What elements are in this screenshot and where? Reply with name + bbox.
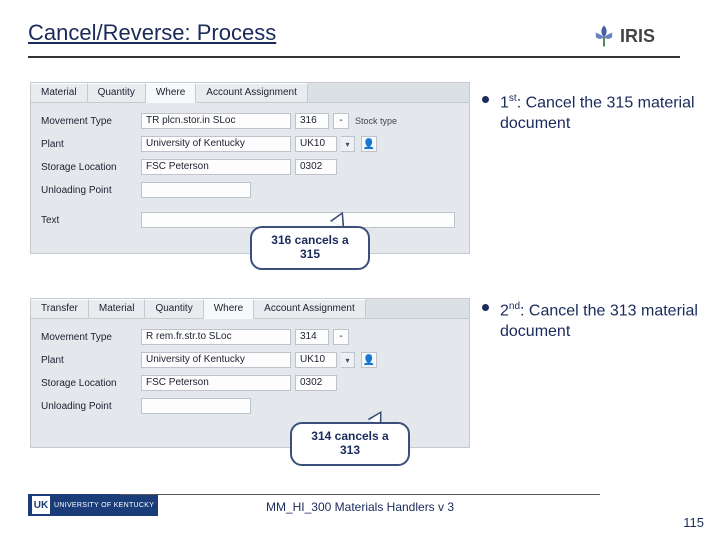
field-storage-code[interactable]: 0302 <box>295 375 337 391</box>
field-movement-code[interactable]: 316 <box>295 113 329 129</box>
dropdown-icon[interactable]: ▾ <box>341 136 355 152</box>
bullet-dot-icon <box>482 304 489 311</box>
bullet-1-prefix: 1 <box>500 94 509 111</box>
field-storage-code[interactable]: 0302 <box>295 159 337 175</box>
bullet-1-text: : Cancel the 315 material document <box>500 94 695 132</box>
bullet-2-prefix: 2 <box>500 302 509 319</box>
tab-material[interactable]: Material <box>31 83 88 102</box>
bullet-2: 2nd: Cancel the 313 material document <box>500 300 700 343</box>
tab-quantity[interactable]: Quantity <box>145 299 203 318</box>
tab-where[interactable]: Where <box>204 299 254 319</box>
lbl-unloading-point: Unloading Point <box>41 401 141 412</box>
lbl-plant: Plant <box>41 139 141 150</box>
tab-account-assignment[interactable]: Account Assignment <box>254 299 366 318</box>
callout-316: 316 cancels a 315 <box>250 226 370 270</box>
lbl-text: Text <box>41 215 141 226</box>
footer-text: MM_HI_300 Materials Handlers v 3 <box>0 500 720 514</box>
field-movement-suffix[interactable]: - <box>333 113 349 129</box>
callout-314: 314 cancels a 313 <box>290 422 410 466</box>
person-search-icon[interactable]: 👤 <box>361 352 377 368</box>
field-movement-type[interactable]: TR plcn.stor.in SLoc <box>141 113 291 129</box>
bullet-1: 1st: Cancel the 315 material document <box>500 92 700 135</box>
callout-line2: 313 <box>292 444 408 458</box>
iris-logo: IRIS <box>590 18 680 54</box>
lbl-unloading-point: Unloading Point <box>41 185 141 196</box>
slide-title: Cancel/Reverse: Process <box>28 20 276 46</box>
bullet-1-sup: st <box>509 93 517 104</box>
field-unloading[interactable] <box>141 182 251 198</box>
tab-account-assignment[interactable]: Account Assignment <box>196 83 308 102</box>
field-plant[interactable]: University of Kentucky <box>141 136 291 152</box>
tabstrip: Material Quantity Where Account Assignme… <box>31 83 469 103</box>
logo-text: IRIS <box>620 26 655 47</box>
field-plant[interactable]: University of Kentucky <box>141 352 291 368</box>
tab-where[interactable]: Where <box>146 83 196 103</box>
field-movement-code[interactable]: 314 <box>295 329 329 345</box>
lbl-movement-type: Movement Type <box>41 116 141 127</box>
iris-flower-icon <box>590 22 618 50</box>
field-unloading[interactable] <box>141 398 251 414</box>
lbl-plant: Plant <box>41 355 141 366</box>
page-number: 115 <box>683 515 704 530</box>
field-plant-code[interactable]: UK10 <box>295 352 337 368</box>
callout-line2: 315 <box>252 248 368 262</box>
bullet-dot-icon <box>482 96 489 103</box>
dropdown-icon[interactable]: ▾ <box>341 352 355 368</box>
bullet-2-sup: nd <box>509 301 520 312</box>
tab-quantity[interactable]: Quantity <box>88 83 146 102</box>
callout-line1: 316 cancels a <box>252 234 368 248</box>
field-movement-suffix[interactable]: - <box>333 329 349 345</box>
field-storage[interactable]: FSC Peterson <box>141 159 291 175</box>
lbl-stock-type: Stock type <box>355 116 397 126</box>
field-storage[interactable]: FSC Peterson <box>141 375 291 391</box>
title-rule <box>28 56 680 58</box>
lbl-movement-type: Movement Type <box>41 332 141 343</box>
sap-panel-316: Material Quantity Where Account Assignme… <box>30 82 470 254</box>
field-movement-type[interactable]: R rem.fr.str.to SLoc <box>141 329 291 345</box>
lbl-storage-location: Storage Location <box>41 378 141 389</box>
callout-line1: 314 cancels a <box>292 430 408 444</box>
person-search-icon[interactable]: 👤 <box>361 136 377 152</box>
tab-transfer[interactable]: Transfer <box>31 299 89 318</box>
footer-rule <box>120 494 600 495</box>
field-plant-code[interactable]: UK10 <box>295 136 337 152</box>
tab-material[interactable]: Material <box>89 299 146 318</box>
tabstrip: Transfer Material Quantity Where Account… <box>31 299 469 319</box>
lbl-storage-location: Storage Location <box>41 162 141 173</box>
bullet-2-text: : Cancel the 313 material document <box>500 302 698 340</box>
